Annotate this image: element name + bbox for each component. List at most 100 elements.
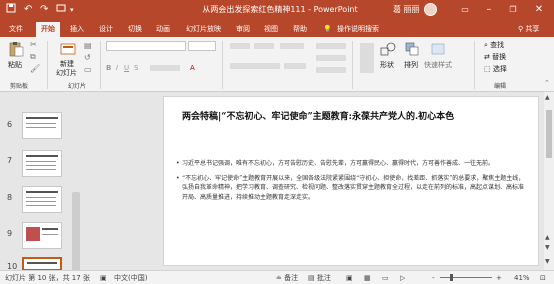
share-button[interactable]: ⚲ 共享 [518, 23, 539, 35]
tab-help[interactable]: 帮助 [293, 23, 307, 35]
font-name-dropdown[interactable] [106, 41, 186, 51]
ribbon-options-icon[interactable]: ▭ [456, 2, 474, 18]
slide-title[interactable]: 两会特稿|“不忘初心、牢记使命”主题教育:永葆共产党人的.初心本色 [182, 111, 522, 124]
cut-icon[interactable]: ✂ [30, 40, 37, 49]
scroll-up-icon[interactable]: ▲ [545, 94, 550, 101]
close-icon[interactable]: ✕ [530, 2, 548, 18]
font-color-button[interactable]: A [190, 63, 195, 73]
slide-sorter-icon[interactable]: ▦ [364, 273, 371, 283]
comments-label: 批注 [316, 274, 331, 282]
tab-review[interactable]: 审阅 [236, 23, 250, 35]
collapse-ribbon-icon[interactable]: ⌃ [544, 79, 550, 87]
quick-styles-button[interactable]: 快速样式 [424, 60, 452, 70]
notes-button[interactable]: ≐ 备注 [276, 273, 298, 283]
tab-insert[interactable]: 插入 [70, 23, 84, 35]
alignment-control[interactable] [230, 63, 280, 69]
ribbon-tabs: 文件 开始 插入 设计 切换 动画 幻灯片放映 审阅 视图 帮助 💡 操作说明搜… [0, 20, 554, 37]
user-name[interactable]: 葛 丽丽 [393, 4, 420, 15]
slide-thumbnail[interactable] [22, 150, 62, 177]
comments-button[interactable]: ▤ 批注 [308, 273, 331, 283]
reading-view-icon[interactable]: ▭ [382, 273, 389, 283]
slide-thumbnail[interactable] [22, 112, 62, 139]
select-label: 选择 [492, 65, 507, 73]
slide-thumbnail-selected[interactable] [22, 257, 62, 271]
status-bar: 幻灯片 第 10 张，共 17 张 ▣ 中文(中国) ≐ 备注 ▤ 批注 ▣ ▦… [0, 270, 554, 284]
scrollbar-thumb[interactable] [546, 110, 552, 158]
zoom-out-button[interactable]: - [432, 273, 435, 283]
fit-to-window-icon[interactable]: ⊡ [540, 273, 546, 283]
italic-button[interactable]: I [116, 63, 118, 73]
indent-control[interactable] [280, 43, 304, 49]
numbering-control[interactable] [254, 43, 274, 49]
new-slide-label-2[interactable]: 幻灯片 [56, 68, 77, 78]
format-painter-icon[interactable]: 🖌 [30, 64, 40, 73]
section-icon[interactable]: ▭ [84, 65, 92, 74]
font-spacing-control[interactable] [150, 65, 180, 71]
undo-icon[interactable]: ↶ [24, 3, 32, 17]
find-button[interactable]: ⌕ 查找 [484, 40, 504, 50]
zoom-in-button[interactable]: + [496, 273, 502, 283]
select-icon: ⬚ [484, 65, 491, 73]
editing-group-label: 编辑 [494, 83, 507, 90]
slides-group-label: 幻灯片 [68, 83, 87, 90]
title-bar: ↶ ↷ ▾ 从两会出发探索红色精神111 - PowerPoint 葛 丽丽 ▭… [0, 0, 554, 20]
arrange-icon[interactable] [404, 41, 420, 57]
tab-transitions[interactable]: 切换 [128, 23, 142, 35]
notes-label: 备注 [284, 274, 299, 282]
slide-body[interactable]: 习近平总书记强调，唯有不忘初心，方可告慰历史、告慰先辈，方可赢得民心、赢得时代，… [176, 159, 526, 207]
slide-scrollbar[interactable]: ▲ ▲ ▼ ▼ [544, 92, 554, 270]
restore-icon[interactable]: ❐ [504, 2, 522, 18]
customize-icon[interactable]: ▾ [70, 3, 74, 17]
shadow-button[interactable]: S [134, 63, 138, 73]
new-slide-icon[interactable] [60, 41, 76, 57]
columns-control[interactable] [284, 63, 306, 69]
thumb-number: 7 [7, 156, 13, 165]
slide-paragraph: 习近平总书记强调，唯有不忘初心，方可告慰历史、告慰先辈，方可赢得民心、赢得时代，… [176, 159, 526, 169]
redo-icon[interactable]: ↷ [40, 3, 48, 17]
scroll-down-icon[interactable]: ▼ [545, 258, 550, 265]
slide-thumbnail[interactable] [22, 222, 62, 249]
save-icon[interactable] [6, 3, 16, 18]
normal-view-icon[interactable]: ▣ [346, 273, 353, 283]
scroll-down-page-icon[interactable]: ▼ [545, 244, 550, 251]
scroll-up-page-icon[interactable]: ▲ [545, 234, 550, 241]
document-title: 从两会出发探索红色精神111 - PowerPoint [202, 5, 358, 14]
quick-styles-icon[interactable] [430, 41, 446, 57]
tab-view[interactable]: 视图 [264, 23, 278, 35]
avatar[interactable] [424, 3, 437, 16]
tab-file[interactable]: 文件 [9, 23, 23, 35]
shapes-button[interactable]: 形状 [380, 60, 394, 70]
bold-button[interactable]: B [106, 63, 111, 73]
slide-thumbnail[interactable] [22, 186, 62, 213]
tab-animations[interactable]: 动画 [156, 23, 170, 35]
arrange-button[interactable]: 排列 [404, 60, 418, 70]
slideshow-view-icon[interactable]: ▷ [400, 273, 405, 283]
tab-home[interactable]: 开始 [36, 22, 60, 37]
reset-icon[interactable]: ↺ [84, 53, 91, 62]
smartart-control[interactable] [316, 67, 346, 73]
zoom-slider-thumb[interactable] [449, 274, 453, 281]
replace-button[interactable]: ⇄ 替换 [484, 52, 506, 62]
bullets-control[interactable] [230, 43, 250, 49]
current-slide[interactable]: 两会特稿|“不忘初心、牢记使命”主题教育:永葆共产党人的.初心本色 习近平总书记… [163, 96, 539, 266]
shapes-icon[interactable] [380, 41, 396, 57]
shape-gallery[interactable] [360, 43, 374, 73]
tell-me-search[interactable]: 操作说明搜索 [337, 23, 379, 35]
select-button[interactable]: ⬚ 选择 [484, 64, 507, 74]
tab-slideshow[interactable]: 幻灯片放映 [186, 23, 221, 35]
zoom-slider[interactable] [440, 277, 492, 278]
minimize-icon[interactable]: – [480, 2, 498, 18]
layout-icon[interactable]: ▤ [84, 41, 92, 50]
present-icon[interactable] [56, 3, 66, 18]
underline-button[interactable]: U [124, 63, 129, 73]
paste-button[interactable]: 粘贴 [8, 60, 22, 70]
font-size-dropdown[interactable] [188, 41, 216, 51]
align-text-control[interactable] [316, 55, 346, 61]
paste-icon[interactable] [8, 41, 24, 57]
zoom-level[interactable]: 41% [514, 273, 530, 283]
text-direction-control[interactable] [316, 43, 346, 49]
spellcheck-icon[interactable]: ▣ [100, 273, 107, 283]
copy-icon[interactable]: ⧉ [30, 52, 36, 62]
tab-design[interactable]: 设计 [99, 23, 113, 35]
language-indicator[interactable]: 中文(中国) [114, 273, 147, 283]
